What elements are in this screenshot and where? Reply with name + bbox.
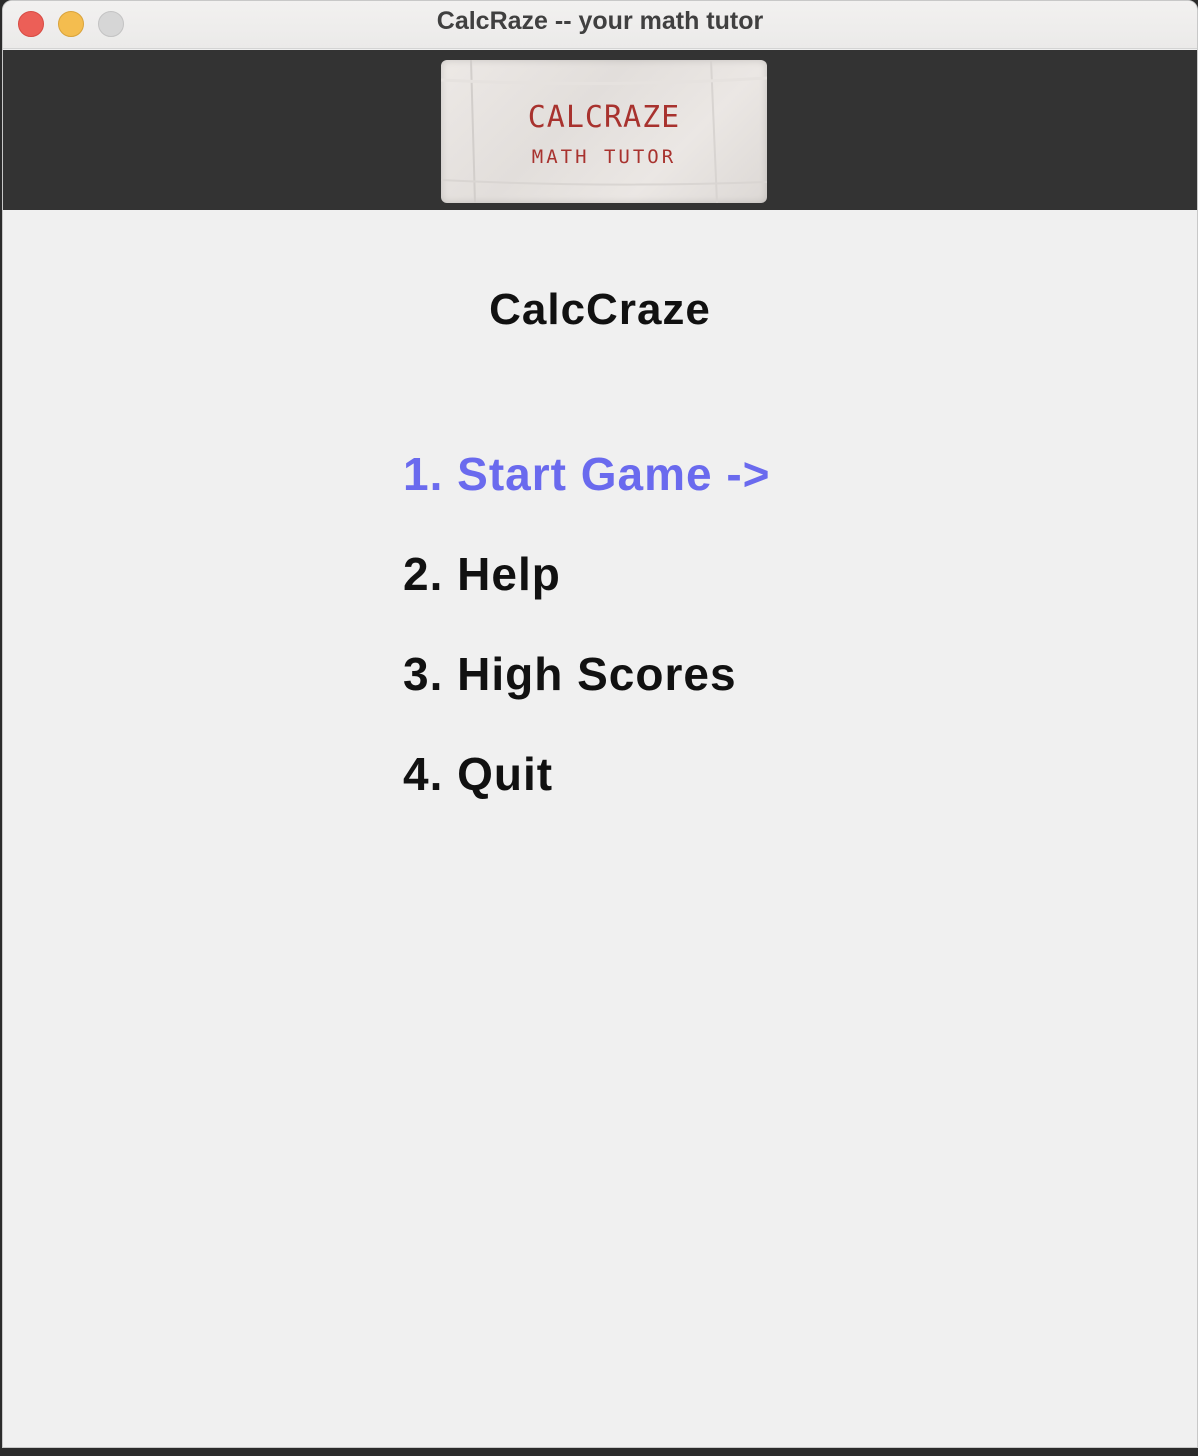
title-bar[interactable]: CalcRaze -- your math tutor: [3, 1, 1197, 49]
app-window: CalcRaze -- your math tutor CALCRAZE MAT…: [2, 0, 1198, 1448]
logo-title-text: CALCRAZE: [527, 100, 681, 135]
calccraze-logo: CALCRAZE MATH TUTOR: [441, 60, 767, 203]
menu-item-quit[interactable]: 4. Quit: [403, 747, 553, 801]
background-terminal-strip: [0, 1448, 1198, 1456]
menu-item-start-game[interactable]: 1. Start Game ->: [403, 447, 771, 501]
header-banner: CALCRAZE MATH TUTOR: [3, 50, 1197, 210]
game-title: CalcCraze: [489, 285, 711, 334]
window-title: CalcRaze -- your math tutor: [436, 7, 764, 35]
logo-subtitle-text: MATH TUTOR: [531, 146, 677, 168]
menu-item-high-scores[interactable]: 3. High Scores: [403, 647, 737, 701]
menu-item-help[interactable]: 2. Help: [403, 547, 561, 601]
